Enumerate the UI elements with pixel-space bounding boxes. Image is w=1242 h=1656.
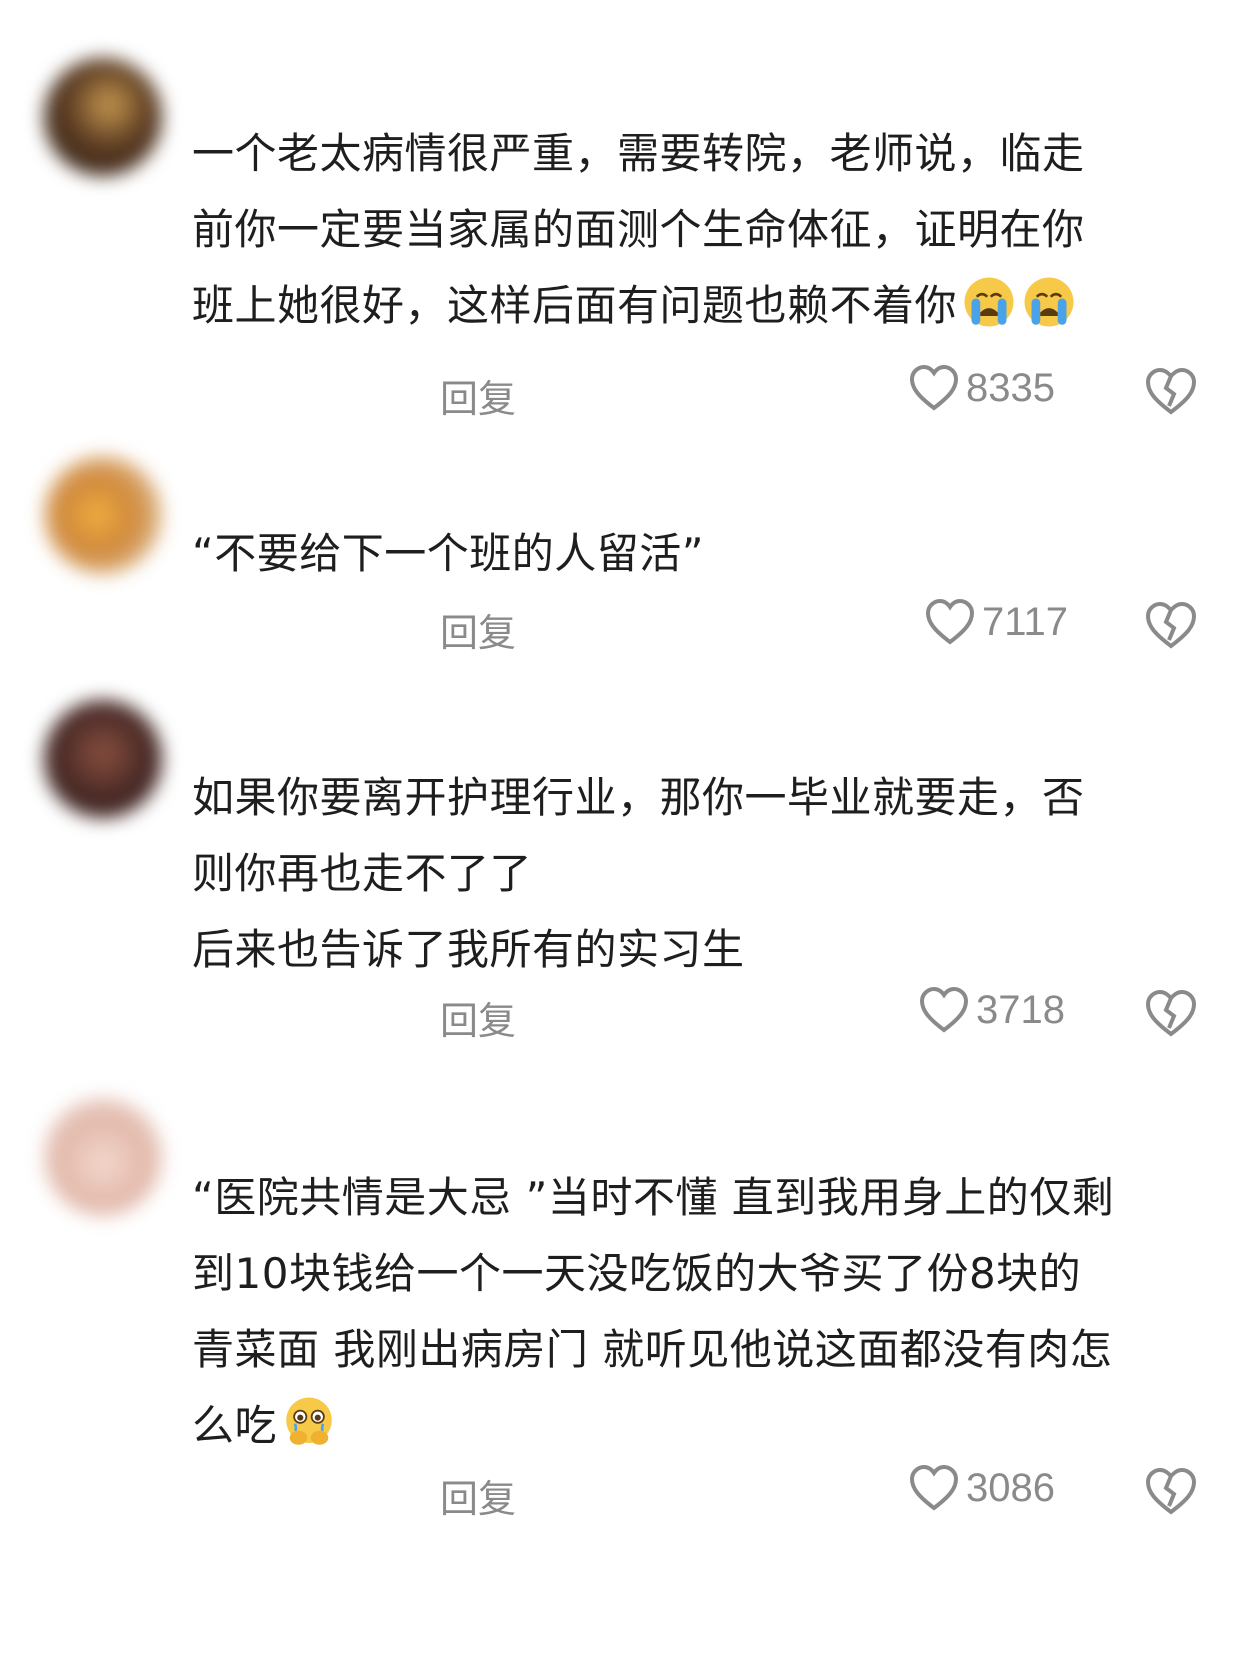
comment-line: 后来也告诉了我所有的实习生 [192,925,745,974]
like-count: 3718 [976,987,1065,1032]
reply-button[interactable]: 回复 [440,368,516,423]
comment-line: 一个老太病情很严重，需要转院，老师说，临走 [192,129,1085,178]
broken-heart-icon[interactable] [1144,600,1198,650]
avatar[interactable] [44,58,162,176]
comment-line: “医院共情是大忌 ”当时不懂 直到我用身上的仅剩 [192,1173,1115,1222]
loudly-crying-face-emoji [964,277,1014,327]
heart-outline-icon [919,986,969,1033]
heart-outline-icon [909,1464,959,1511]
loudly-crying-face-emoji [1024,277,1074,327]
comment-line: 么吃 [192,1401,278,1450]
comment-text: 如果你要离开护理行业，那你一毕业就要走，否 则你再也走不了了 后来也告诉了我所有… [192,760,1202,988]
heart-outline-icon [909,364,959,411]
like-button[interactable]: 3718 [918,986,1065,1034]
avatar[interactable] [44,1098,162,1216]
comment-line: 青菜面 我刚出病房门 就听见他说这面都没有肉怎 [192,1325,1113,1374]
avatar[interactable] [44,456,162,574]
comment-line: “不要给下一个班的人留活” [192,529,705,578]
comment-text: 一个老太病情很严重，需要转院，老师说，临走 前你一定要当家属的面测个生命体征，证… [192,116,1202,344]
like-button[interactable]: 3086 [908,1464,1055,1512]
like-button[interactable]: 7117 [924,598,1068,646]
comment-line: 班上她很好，这样后面有问题也赖不着你 [192,281,958,330]
broken-heart-icon[interactable] [1144,988,1198,1038]
reply-button[interactable]: 回复 [440,990,516,1045]
like-count: 7117 [982,599,1069,644]
like-count: 3086 [966,1465,1055,1510]
reply-button[interactable]: 回复 [440,1468,516,1523]
heart-outline-icon [925,598,975,645]
like-button[interactable]: 8335 [908,364,1055,412]
comment-text: “医院共情是大忌 ”当时不懂 直到我用身上的仅剩 到10块钱给一个一天没吃饭的大… [192,1160,1202,1464]
avatar[interactable] [44,700,162,818]
comment-text: “不要给下一个班的人留活” [192,516,1202,592]
comment-line: 前你一定要当家属的面测个生命体征，证明在你 [192,205,1085,254]
comment-line: 如果你要离开护理行业，那你一毕业就要走，否 [192,773,1085,822]
reply-button[interactable]: 回复 [440,602,516,657]
comment-line: 到10块钱给一个一天没吃饭的大爷买了份8块的 [192,1249,1082,1298]
broken-heart-icon[interactable] [1144,1466,1198,1516]
broken-heart-icon[interactable] [1144,366,1198,416]
face-holding-back-tears-emoji [286,1397,332,1445]
like-count: 8335 [966,365,1055,410]
comment-line: 则你再也走不了了 [192,849,533,898]
